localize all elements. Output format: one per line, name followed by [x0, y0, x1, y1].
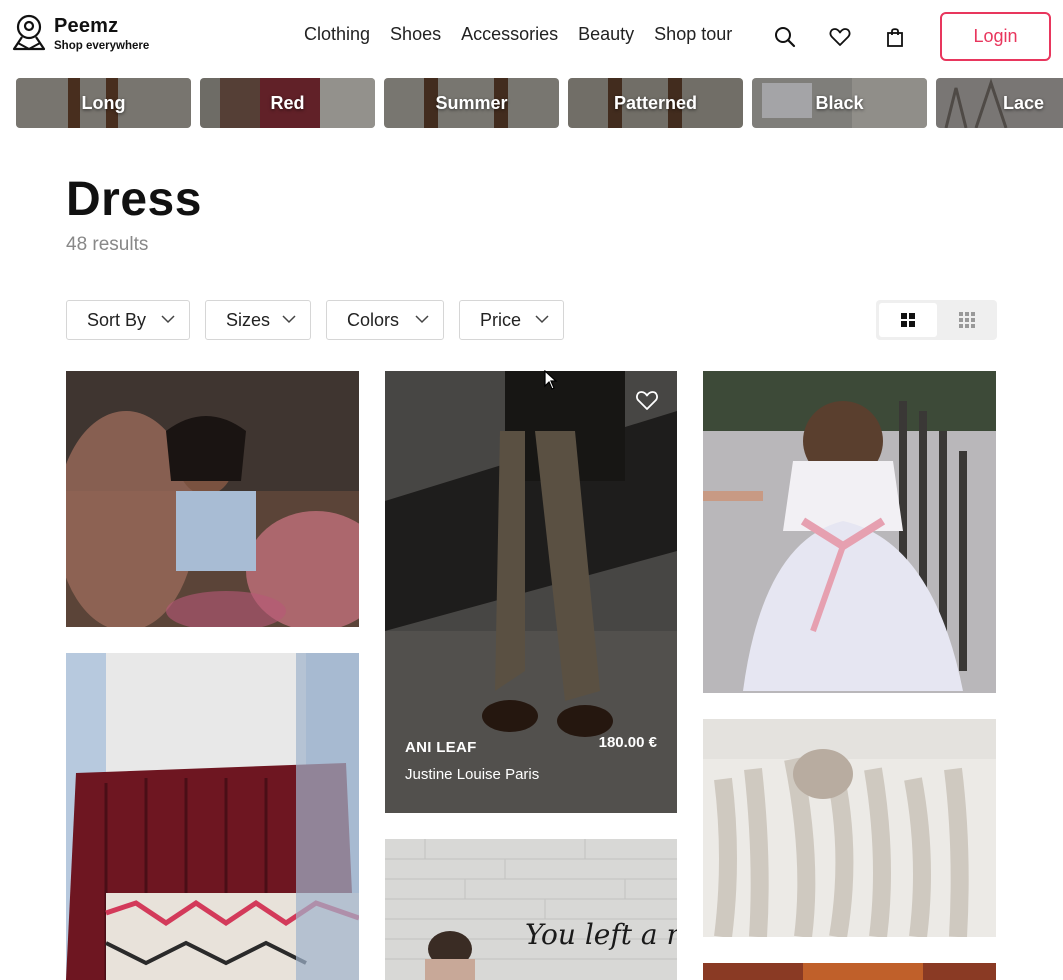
category-label: Black	[815, 92, 864, 113]
category-lace[interactable]: Lace	[936, 78, 1063, 128]
nav-accessories[interactable]: Accessories	[461, 24, 558, 45]
shopping-bag-icon[interactable]	[884, 26, 906, 48]
category-summer[interactable]: Summer	[384, 78, 559, 128]
category-long[interactable]: Long	[16, 78, 191, 128]
page-title: Dress	[66, 173, 202, 226]
product-photo	[703, 371, 996, 693]
sizes-dropdown[interactable]: Sizes	[205, 300, 311, 340]
wall-writing: You left a ma	[525, 918, 677, 951]
view-toggle	[876, 300, 997, 340]
product-photo	[703, 963, 996, 980]
product-photo	[703, 719, 996, 937]
category-label: Patterned	[613, 92, 698, 113]
product-card[interactable]: You left a ma	[385, 839, 677, 980]
chevron-down-icon	[282, 315, 296, 324]
product-photo: You left a ma	[385, 839, 677, 980]
filter-label: Sizes	[226, 309, 271, 330]
category-black[interactable]: Black	[752, 78, 927, 128]
product-card[interactable]	[703, 963, 996, 980]
chevron-down-icon	[535, 315, 549, 324]
product-card[interactable]	[66, 371, 359, 627]
product-card-featured[interactable]: ANI LEAF Justine Louise Paris 180.00 €	[385, 371, 677, 813]
heart-icon[interactable]	[635, 389, 659, 411]
product-price: 180.00 €	[598, 734, 657, 751]
mouse-cursor-icon	[544, 370, 558, 390]
large-grid-icon	[901, 313, 915, 327]
heart-icon[interactable]	[829, 26, 851, 48]
nav-shoes[interactable]: Shoes	[390, 24, 441, 45]
category-label: Summer	[435, 92, 508, 113]
nav-clothing[interactable]: Clothing	[304, 24, 370, 45]
small-grid-button[interactable]	[938, 303, 996, 337]
large-grid-button[interactable]	[879, 303, 937, 337]
location-pin-icon	[12, 14, 46, 51]
search-icon[interactable]	[774, 26, 796, 48]
sort-by-dropdown[interactable]: Sort By	[66, 300, 190, 340]
product-card[interactable]	[66, 653, 359, 980]
price-dropdown[interactable]: Price	[459, 300, 564, 340]
product-card[interactable]	[703, 371, 996, 693]
product-brand: ANI LEAF	[405, 739, 477, 756]
chevron-down-icon	[161, 315, 175, 324]
product-card[interactable]	[703, 719, 996, 937]
filter-label: Price	[480, 309, 522, 330]
category-label: Long	[81, 92, 126, 113]
filter-label: Colors	[347, 309, 400, 330]
category-label: Lace	[1002, 92, 1045, 113]
brand-tagline: Shop everywhere	[54, 40, 150, 52]
category-strip: Long Red Summer Patterned Black Lace	[0, 78, 1063, 128]
brand-logo[interactable]: Peemz Shop everywhere	[12, 14, 149, 54]
small-grid-icon	[959, 312, 975, 328]
product-photo	[66, 653, 359, 980]
login-button[interactable]: Login	[940, 12, 1051, 61]
nav-shop-tour[interactable]: Shop tour	[654, 24, 732, 45]
main-nav: Clothing Shoes Accessories Beauty Shop t…	[294, 24, 742, 45]
site-header: Peemz Shop everywhere Clothing Shoes Acc…	[0, 0, 1063, 72]
category-red[interactable]: Red	[200, 78, 375, 128]
results-count: 48 results	[66, 234, 149, 255]
category-label: Red	[270, 92, 305, 113]
colors-dropdown[interactable]: Colors	[326, 300, 444, 340]
chevron-down-icon	[415, 315, 429, 324]
product-seller: Justine Louise Paris	[405, 766, 540, 783]
product-photo	[66, 371, 359, 627]
filter-label: Sort By	[87, 309, 147, 330]
brand-name: Peemz	[54, 15, 119, 37]
nav-beauty[interactable]: Beauty	[578, 24, 634, 45]
category-patterned[interactable]: Patterned	[568, 78, 743, 128]
